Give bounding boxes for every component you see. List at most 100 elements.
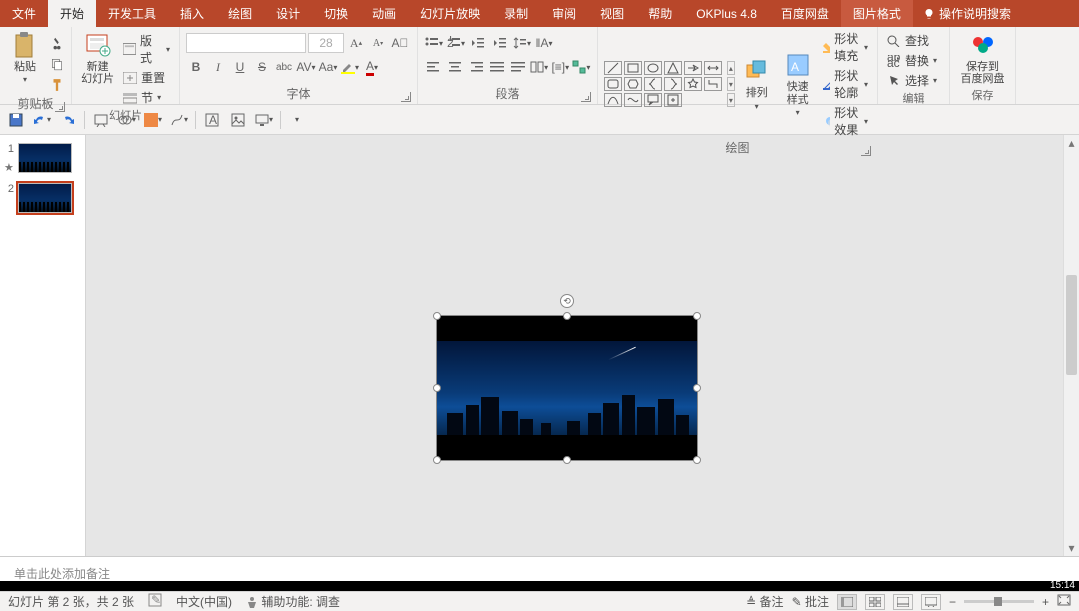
shape-gallery[interactable] <box>604 61 722 107</box>
bullets-button[interactable]: ▾ <box>424 33 444 53</box>
tab-draw[interactable]: 绘图 <box>216 0 264 27</box>
tab-devtools[interactable]: 开发工具 <box>96 0 168 27</box>
shape-rect[interactable] <box>624 61 642 75</box>
resize-handle-n[interactable] <box>563 312 571 320</box>
distribute-button[interactable] <box>509 57 528 77</box>
shape-oval[interactable] <box>644 61 662 75</box>
layout-button[interactable]: 版式▾ <box>120 31 173 67</box>
tab-insert[interactable]: 插入 <box>168 0 216 27</box>
align-text-button[interactable]: [≡]▾ <box>551 57 570 77</box>
resize-handle-sw[interactable] <box>433 456 441 464</box>
resize-handle-w[interactable] <box>433 384 441 392</box>
tab-review[interactable]: 审阅 <box>540 0 588 27</box>
sorter-view-button[interactable] <box>865 594 885 610</box>
decrease-font-button[interactable]: A▾ <box>368 33 388 53</box>
text-direction-button[interactable]: ‖A▾ <box>534 33 554 53</box>
spacing-button[interactable]: AV▾ <box>296 57 316 77</box>
increase-font-button[interactable]: A▴ <box>346 33 366 53</box>
shape-fill-button[interactable]: 形状填充▾ <box>820 29 871 65</box>
shape-scroll[interactable]: ▴▾▾ <box>727 61 735 107</box>
shape-line[interactable] <box>604 61 622 75</box>
rotate-handle[interactable]: ⟲ <box>560 294 574 308</box>
zoom-slider[interactable] <box>964 600 1034 603</box>
tab-okplus[interactable]: OKPlus 4.8 <box>684 0 769 27</box>
thumb-row-1[interactable]: 1★ <box>4 143 81 173</box>
fit-window-button[interactable] <box>1057 594 1071 609</box>
shadow-button[interactable]: abc <box>274 57 294 77</box>
justify-button[interactable] <box>487 57 506 77</box>
tab-design[interactable]: 设计 <box>264 0 312 27</box>
thumb-row-2[interactable]: 2 <box>4 183 81 213</box>
shape-connector[interactable] <box>704 77 722 91</box>
slideshow-view-button[interactable] <box>921 594 941 610</box>
qat-btn-5[interactable]: A <box>202 110 222 130</box>
tab-home[interactable]: 开始 <box>48 0 96 27</box>
tab-baidu[interactable]: 百度网盘 <box>769 0 841 27</box>
numbering-button[interactable]: 12▾ <box>446 33 466 53</box>
strike-button[interactable]: S <box>252 57 272 77</box>
select-button[interactable]: 选择▾ <box>884 71 943 90</box>
paste-button[interactable]: 粘贴 ▾ <box>6 29 44 86</box>
align-center-button[interactable] <box>445 57 464 77</box>
replace-button[interactable]: abac替换▾ <box>884 51 943 70</box>
shape-callout[interactable] <box>644 93 662 107</box>
save-baidu-button[interactable]: 保存到 百度网盘 <box>956 29 1009 87</box>
zoom-in-button[interactable]: + <box>1042 595 1049 609</box>
launcher-icon[interactable] <box>401 92 411 102</box>
section-button[interactable]: 节▾ <box>120 88 173 107</box>
tab-picture-format[interactable]: 图片格式 <box>841 0 913 27</box>
zoom-slider-thumb[interactable] <box>994 597 1002 606</box>
vertical-scrollbar[interactable]: ▴ ▾ <box>1063 135 1079 556</box>
spellcheck-icon[interactable]: ✎ <box>148 593 162 610</box>
zoom-out-button[interactable]: − <box>949 595 956 609</box>
tell-me-search[interactable]: 操作说明搜索 <box>913 5 1021 22</box>
shape-doublearrow[interactable] <box>704 61 722 75</box>
reset-button[interactable]: 重置 <box>120 68 173 87</box>
shape-freeform[interactable] <box>624 93 642 107</box>
decrease-indent-button[interactable] <box>468 33 488 53</box>
align-left-button[interactable] <box>424 57 443 77</box>
copy-button[interactable] <box>47 54 67 74</box>
launcher-icon[interactable] <box>55 102 65 112</box>
shape-arrow[interactable] <box>684 61 702 75</box>
shape-hex[interactable] <box>624 77 642 91</box>
font-color-button[interactable]: A▾ <box>362 57 382 77</box>
quick-style-button[interactable]: A 快速样式▾ <box>779 49 817 118</box>
slide-thumbnail-2[interactable] <box>18 183 72 213</box>
align-right-button[interactable] <box>466 57 485 77</box>
normal-view-button[interactable] <box>837 594 857 610</box>
arrange-button[interactable]: 排列▾ <box>738 55 776 112</box>
tab-file[interactable]: 文件 <box>0 0 48 27</box>
slide-thumbnail-1[interactable] <box>18 143 72 173</box>
shape-curve[interactable] <box>604 93 622 107</box>
reading-view-button[interactable] <box>893 594 913 610</box>
tab-slideshow[interactable]: 幻灯片放映 <box>408 0 492 27</box>
launcher-icon[interactable] <box>581 92 591 102</box>
comments-toggle[interactable]: ✎ 批注 <box>792 593 829 610</box>
highlight-button[interactable]: ▾ <box>340 57 360 77</box>
scroll-down-arrow[interactable]: ▾ <box>1064 540 1079 556</box>
shape-lbrace[interactable] <box>644 77 662 91</box>
tab-view[interactable]: 视图 <box>588 0 636 27</box>
tab-animations[interactable]: 动画 <box>360 0 408 27</box>
shape-star[interactable] <box>684 77 702 91</box>
tab-record[interactable]: 录制 <box>492 0 540 27</box>
resize-handle-ne[interactable] <box>693 312 701 320</box>
change-case-button[interactable]: Aa▾ <box>318 57 338 77</box>
new-slide-button[interactable]: 新建 幻灯片 <box>78 29 117 87</box>
resize-handle-e[interactable] <box>693 384 701 392</box>
underline-button[interactable]: U <box>230 57 250 77</box>
clear-format-button[interactable]: A⃠ <box>390 33 410 53</box>
accessibility-label[interactable]: 辅助功能: 调查 <box>246 593 340 610</box>
cut-button[interactable] <box>47 33 67 53</box>
notes-toggle[interactable]: ≜ 备注 <box>746 593 783 610</box>
tab-transitions[interactable]: 切换 <box>312 0 360 27</box>
scrollbar-thumb[interactable] <box>1066 275 1077 375</box>
shape-rbrace[interactable] <box>664 77 682 91</box>
qat-btn-7[interactable]: ▾ <box>254 110 274 130</box>
qat-more[interactable]: ▾ <box>287 110 307 130</box>
find-button[interactable]: 查找 <box>884 31 943 50</box>
selected-image[interactable]: ⟲ <box>437 316 697 460</box>
slide-thumbnail-panel[interactable]: 1★ 2 <box>0 135 86 556</box>
language-label[interactable]: 中文(中国) <box>176 593 232 610</box>
